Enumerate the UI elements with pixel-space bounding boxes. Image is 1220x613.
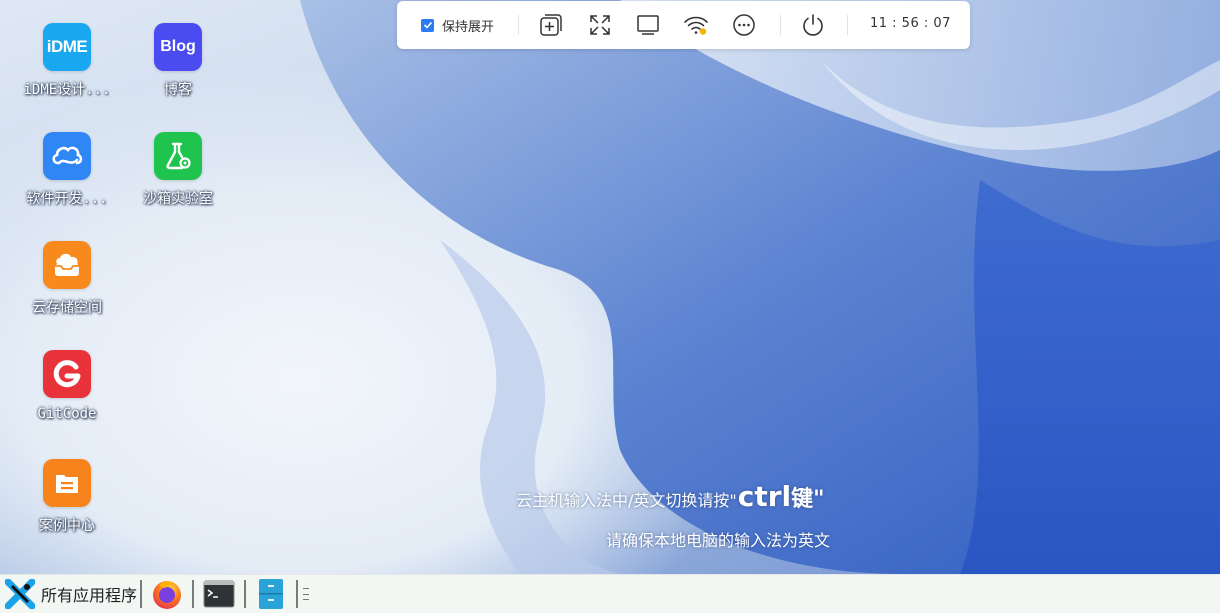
desktop-icon-label: 案例中心	[39, 518, 95, 534]
fullscreen-button[interactable]	[587, 12, 613, 38]
checkbox-checked-icon	[421, 18, 434, 32]
gitcode-icon	[43, 350, 91, 398]
desktop-icon-label: 云存储空间	[32, 300, 102, 316]
start-menu-button[interactable]: 所有应用程序	[0, 575, 137, 613]
taskbar-divider	[192, 580, 195, 608]
toolbar-divider	[780, 15, 781, 35]
session-clock: 11 : 56 : 07	[870, 16, 951, 31]
remote-toolbar: 保持展开 11: 56: 07	[397, 1, 970, 49]
terminal-icon	[203, 580, 235, 608]
desktop-icon-label: GitCode	[37, 406, 97, 422]
case-center-icon	[43, 459, 91, 507]
desktop-icon-cloud-storage[interactable]: 云存储空间	[17, 241, 117, 317]
desktop-icon-gitcode[interactable]: GitCode	[17, 350, 117, 422]
add-window-button[interactable]	[538, 12, 564, 38]
hint-prefix: 云主机输入法中/英文切换请按"	[516, 491, 737, 510]
more-button[interactable]	[731, 12, 757, 38]
taskbar-divider	[140, 580, 143, 608]
power-button[interactable]	[800, 12, 826, 38]
taskbar-divider	[296, 580, 299, 608]
hint-suffix: 键"	[791, 487, 825, 512]
taskbar-firefox[interactable]	[145, 576, 189, 612]
fullscreen-icon	[590, 15, 610, 35]
more-icon	[733, 14, 755, 36]
input-method-hint: 云主机输入法中/英文切换请按" ctrl 键"	[516, 480, 825, 513]
flask-icon	[154, 132, 202, 180]
input-method-subhint: 请确保本地电脑的输入法为英文	[606, 531, 831, 550]
keep-expanded-label: 保持展开	[442, 19, 495, 35]
power-icon	[803, 14, 823, 36]
wifi-icon	[684, 16, 708, 35]
add-window-icon	[540, 14, 562, 36]
start-menu-label: 所有应用程序	[41, 586, 138, 605]
firefox-icon	[153, 581, 182, 609]
desktop-icon-label: 沙箱实验室	[143, 191, 213, 207]
start-logo-icon	[5, 579, 35, 609]
taskbar-divider	[244, 580, 247, 608]
taskbar-file-manager[interactable]	[249, 576, 293, 612]
idme-icon: iDME	[43, 23, 91, 71]
hint-key: ctrl	[737, 480, 792, 513]
desktop-icon-label: 软件开发...	[26, 191, 108, 207]
cloud-storage-icon	[43, 241, 91, 289]
desktop-icon-label: iDME设计...	[23, 82, 111, 98]
blog-icon: Blog	[154, 23, 202, 71]
display-button[interactable]	[635, 12, 661, 38]
file-manager-icon	[259, 579, 284, 609]
desktop-icon-software-dev[interactable]: 软件开发...	[17, 132, 117, 208]
desktop-icon-blog[interactable]: Blog 博客	[128, 23, 228, 99]
network-button[interactable]	[683, 12, 709, 38]
toolbar-divider	[847, 15, 848, 35]
keep-expanded-checkbox[interactable]: 保持展开	[421, 16, 494, 35]
toolbar-divider	[518, 15, 519, 35]
desktop-icon-sandbox-lab[interactable]: 沙箱实验室	[128, 132, 228, 208]
desktop-icon-label: 博客	[164, 82, 192, 98]
desktop-icon-idme[interactable]: iDME iDME设计...	[17, 23, 117, 99]
monitor-icon	[637, 15, 659, 35]
cloud-dev-icon	[43, 132, 91, 180]
taskbar: 所有应用程序	[0, 574, 1220, 613]
taskbar-grip-icon[interactable]	[303, 588, 310, 600]
desktop-icon-case-center[interactable]: 案例中心	[17, 459, 117, 535]
taskbar-terminal[interactable]	[197, 576, 241, 612]
